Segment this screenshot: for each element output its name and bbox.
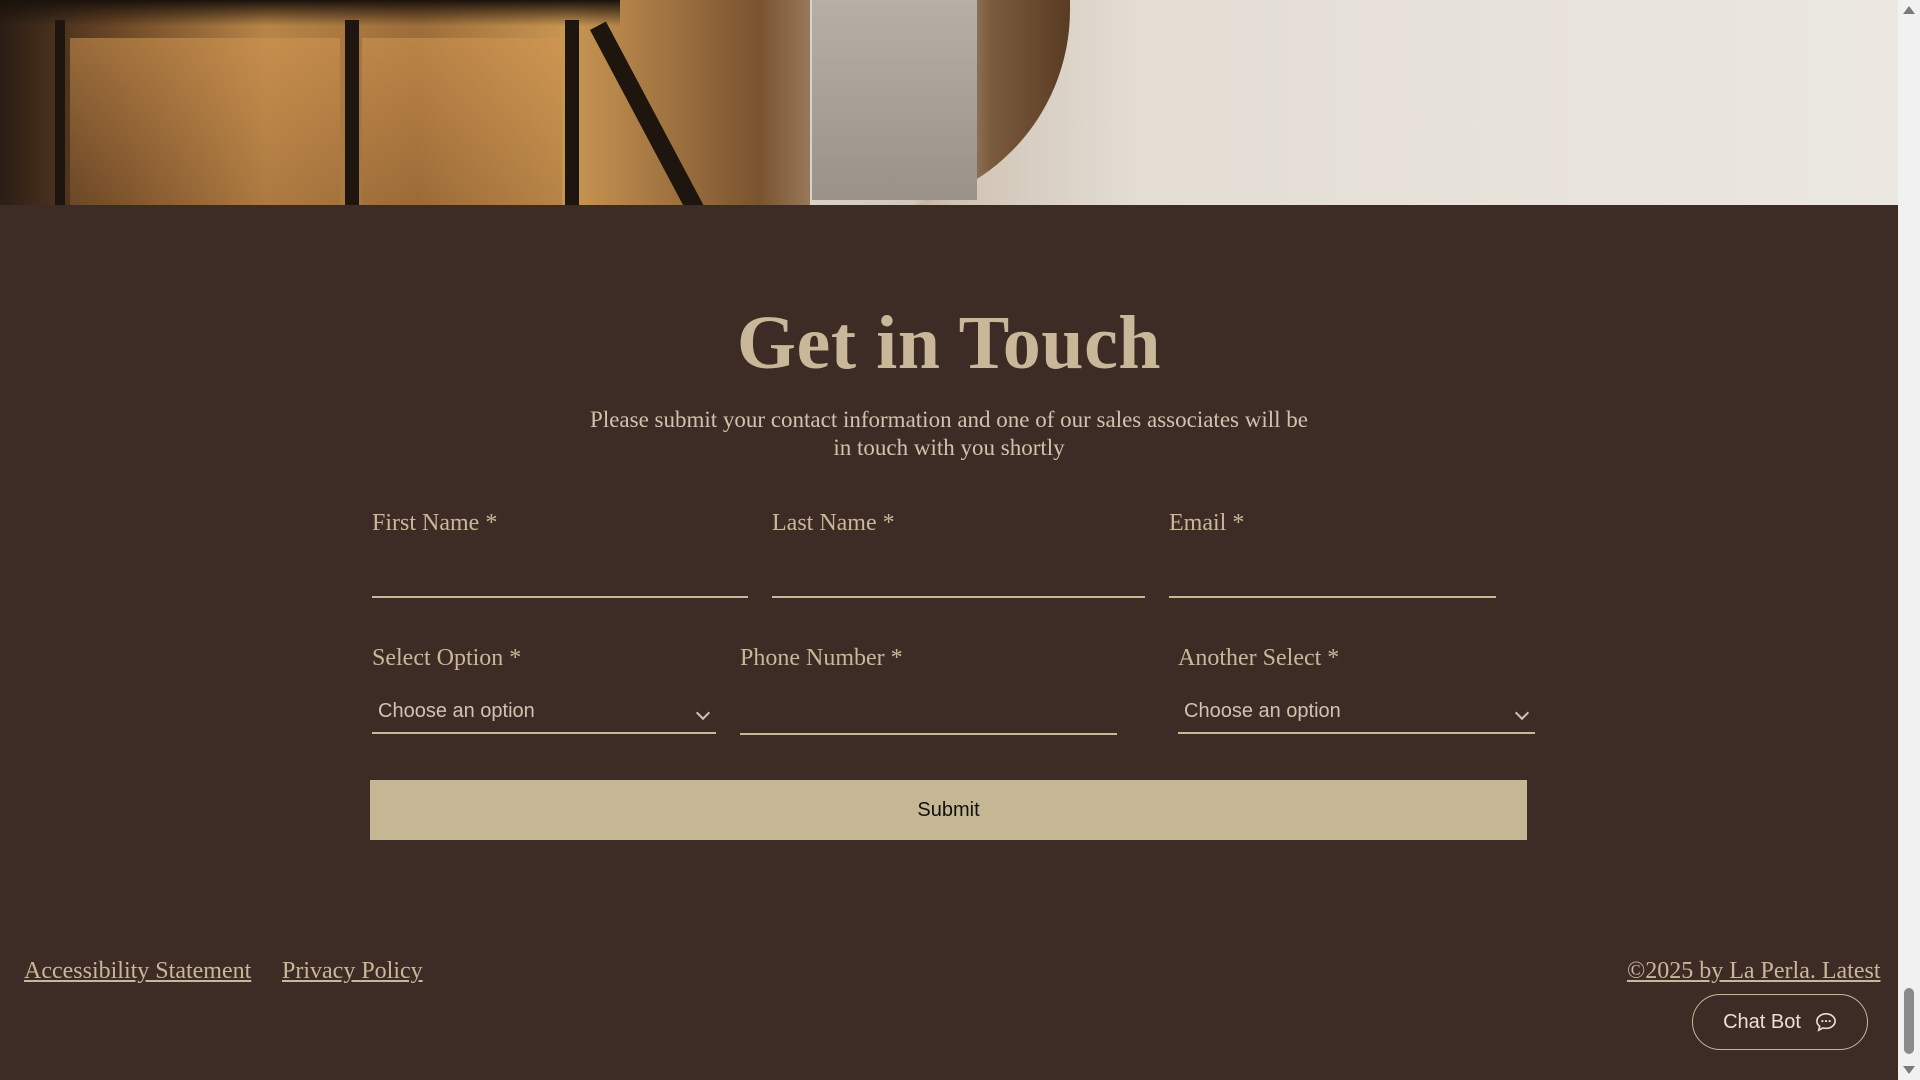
scroll-up-arrow-icon[interactable]	[1903, 6, 1915, 14]
select-option-value: Choose an option	[378, 700, 535, 722]
first-name-input[interactable]	[372, 555, 748, 593]
chevron-down-icon	[1514, 705, 1530, 721]
submit-button[interactable]: Submit	[370, 780, 1527, 840]
accessibility-statement-link[interactable]: Accessibility Statement	[24, 958, 251, 985]
select-option-dropdown[interactable]: Choose an option	[372, 694, 716, 734]
hero-image	[0, 0, 1898, 205]
section-heading: Get in Touch	[736, 301, 1162, 385]
phone-input[interactable]	[740, 692, 1117, 730]
another-select-value: Choose an option	[1184, 700, 1341, 722]
last-name-label: Last Name *	[772, 510, 895, 536]
chevron-down-icon	[695, 705, 711, 721]
scrollbar[interactable]	[1898, 0, 1920, 1080]
scroll-down-arrow-icon[interactable]	[1903, 1066, 1915, 1074]
another-select-dropdown[interactable]: Choose an option	[1178, 694, 1535, 734]
first-name-label: First Name *	[372, 510, 498, 536]
privacy-policy-link[interactable]: Privacy Policy	[282, 958, 423, 985]
copyright-link[interactable]: ©2025 by La Perla. Latest	[1627, 958, 1881, 985]
last-name-input[interactable]	[772, 555, 1145, 593]
another-select-label: Another Select *	[1178, 645, 1340, 671]
chat-bot-button[interactable]: Chat Bot	[1692, 994, 1868, 1050]
chat-bubble-icon	[1815, 1012, 1836, 1032]
select-option-label: Select Option *	[372, 645, 522, 671]
email-input[interactable]	[1169, 555, 1496, 593]
section-subtitle: Please submit your contact information a…	[590, 407, 1308, 460]
chat-bot-label: Chat Bot	[1723, 1010, 1801, 1033]
scroll-thumb[interactable]	[1904, 988, 1914, 1054]
email-underline	[1169, 596, 1496, 598]
email-label: Email *	[1169, 510, 1245, 536]
last-name-underline	[772, 596, 1145, 598]
first-name-underline	[372, 596, 748, 598]
phone-label: Phone Number *	[740, 645, 903, 671]
phone-underline	[740, 733, 1117, 735]
